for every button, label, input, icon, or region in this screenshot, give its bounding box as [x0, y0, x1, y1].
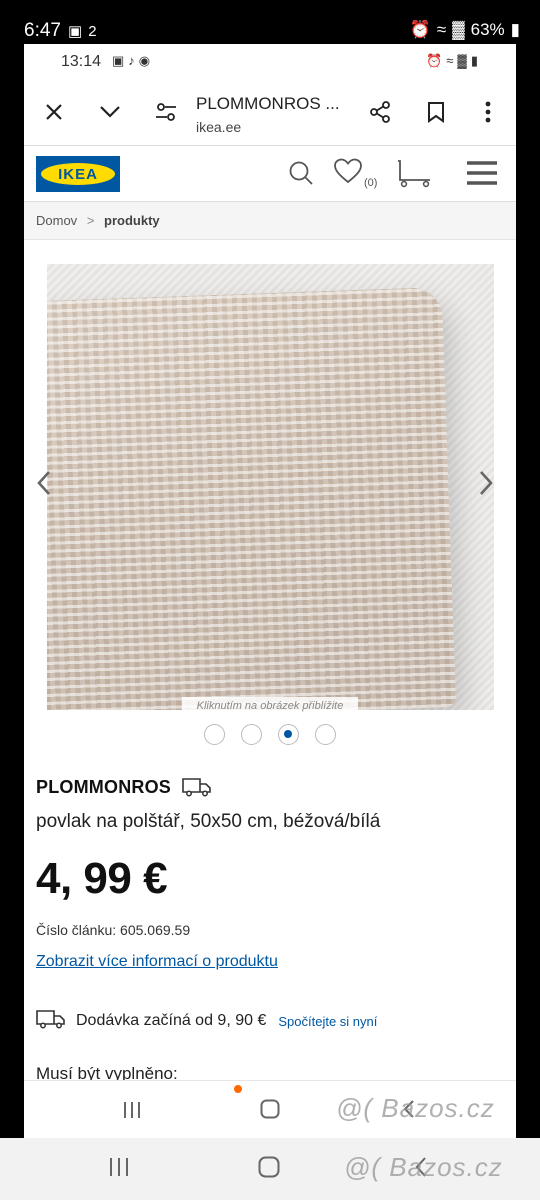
inner-status-time: 13:14	[61, 53, 102, 70]
product-description: povlak na polštář, 50x50 cm, béžová/bílá	[36, 811, 381, 832]
hamburger-menu-icon[interactable]	[466, 160, 498, 193]
battery-percent: 63%	[470, 20, 505, 39]
inner-status-bar: 13:14 ▣ ♪ ◉ ⏰ ≈ ▓ ▮	[24, 44, 516, 80]
watermark: @( Bazos.cz	[336, 1093, 495, 1123]
wishlist-count: (0)	[364, 177, 378, 189]
messenger-icon: ◉	[138, 53, 151, 68]
delivery-truck-icon	[36, 1009, 66, 1034]
pillow-photo	[47, 286, 457, 710]
watermark: @( Bazos.cz	[344, 1152, 503, 1182]
page-title[interactable]: PLOMMONROS ...	[196, 94, 340, 114]
alarm-icon: ⏰	[426, 53, 443, 68]
alarm-icon: ⏰	[409, 20, 431, 39]
recent-apps-icon[interactable]	[122, 1099, 142, 1125]
notification-count: 2	[88, 22, 97, 40]
breadcrumb: Domov > produkty	[24, 202, 516, 240]
bookmark-icon[interactable]	[418, 94, 454, 130]
heart-icon[interactable]	[334, 158, 362, 191]
chevron-left-icon[interactable]	[36, 470, 52, 504]
delivery-text: Dodávka začíná od 9, 90 €	[76, 1012, 267, 1029]
wifi-icon: ≈	[446, 53, 454, 68]
breadcrumb-current[interactable]: produkty	[104, 213, 160, 228]
tiktok-icon: ♪	[128, 53, 135, 68]
recording-indicator	[234, 1085, 242, 1093]
delivery-row: Dodávka začíná od 9, 90 € Spočítejte si …	[36, 1009, 506, 1033]
ikea-logo-text: IKEA	[41, 163, 115, 185]
outer-status-bar: 6:47 ▣ 2 ⏰ ≈ ▓ 63% ▮	[0, 0, 540, 44]
battery-icon: ▮	[510, 20, 520, 39]
article-number: Číslo článku: 605.069.59	[36, 922, 191, 938]
chevron-down-icon[interactable]	[92, 94, 128, 130]
carousel-dot-1[interactable]	[204, 724, 225, 745]
browser-toolbar: PLOMMONROS ... ikea.ee	[24, 80, 516, 146]
delivery-calculate-link[interactable]: Spočítejte si nyní	[278, 1014, 377, 1029]
recent-apps-icon[interactable]	[108, 1156, 130, 1184]
chevron-right-icon[interactable]	[478, 470, 494, 504]
breadcrumb-separator: >	[86, 213, 95, 228]
inner-navigation-bar: @( Bazos.cz	[24, 1080, 516, 1138]
more-icon[interactable]	[470, 94, 506, 130]
carousel-dot-4[interactable]	[315, 724, 336, 745]
site-settings-icon[interactable]	[148, 94, 184, 130]
screenshot-frame: 13:14 ▣ ♪ ◉ ⏰ ≈ ▓ ▮ PLOMMONROS ... ikea.…	[24, 44, 516, 1138]
zoom-hint: Kliknutím na obrázek přiblížite	[182, 697, 358, 715]
page-domain[interactable]: ikea.ee	[196, 119, 241, 135]
gallery-icon: ▣	[68, 23, 83, 40]
product-name: PLOMMONROS	[36, 777, 171, 797]
carousel-dot-3[interactable]	[278, 724, 299, 745]
product-price: 4, 99 €	[36, 854, 168, 903]
carousel-dots	[204, 724, 336, 745]
battery-icon: ▮	[470, 53, 478, 68]
site-header: IKEA (0)	[24, 146, 516, 202]
delivery-truck-icon	[182, 777, 212, 797]
product-image[interactable]	[47, 264, 494, 710]
breadcrumb-home[interactable]: Domov	[36, 213, 77, 228]
carousel-dot-2[interactable]	[241, 724, 262, 745]
status-time: 6:47	[24, 20, 61, 41]
outer-navigation-bar: @( Bazos.cz	[0, 1138, 540, 1200]
signal-icon: ▓	[452, 20, 465, 39]
signal-icon: ▓	[457, 53, 467, 68]
wifi-icon: ≈	[436, 20, 447, 39]
more-info-link[interactable]: Zobrazit více informací o produktu	[36, 953, 278, 971]
search-icon[interactable]	[288, 160, 314, 193]
close-icon[interactable]	[36, 94, 72, 130]
home-icon[interactable]	[258, 1156, 280, 1185]
cart-icon[interactable]	[396, 158, 432, 195]
gallery-icon: ▣	[112, 53, 125, 68]
home-icon[interactable]	[260, 1099, 280, 1125]
share-icon[interactable]	[362, 94, 398, 130]
ikea-logo[interactable]: IKEA	[36, 156, 120, 192]
